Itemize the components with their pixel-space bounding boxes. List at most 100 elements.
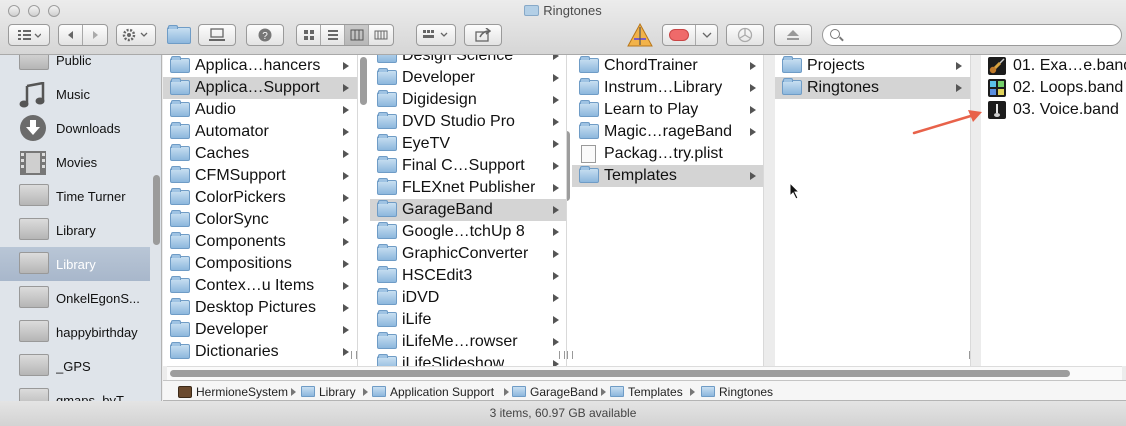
list-item[interactable]: CFMSupport [163,165,357,187]
list-item[interactable]: GraphicConverter [370,243,566,265]
disclosure-arrow-icon [553,228,559,236]
action-button[interactable] [116,24,156,46]
sidebar-item-library[interactable]: Library [0,213,150,247]
sidebar-toggle-button[interactable] [8,24,50,46]
back-button[interactable] [59,25,83,45]
list-item[interactable]: Desktop Pictures [163,297,357,319]
list-item[interactable]: Learn to Play [572,99,763,121]
list-item[interactable]: Dictionaries [163,341,357,363]
new-folder-button[interactable] [164,24,194,46]
forward-button[interactable] [83,25,107,45]
sidebar-item-library-selected[interactable]: Library [0,247,150,281]
list-item[interactable]: ColorPickers [163,187,357,209]
eject-button[interactable] [774,24,812,46]
folder-icon [701,386,715,397]
sidebar-item-label: OnkelEgonS... [56,290,140,306]
path-item-templates[interactable]: Templates [610,384,695,399]
column-scrollbar[interactable] [567,131,570,201]
arrange-button[interactable] [416,24,456,46]
list-item[interactable]: 02. Loops.band [981,77,1126,99]
search-field[interactable] [822,24,1122,46]
sidebar-item-gmaps[interactable]: gmaps_byT... [0,383,150,401]
item-label: Developer [195,321,268,338]
folder-icon [170,100,190,118]
list-item[interactable]: 01. Exa…e.band [981,55,1126,77]
list-item[interactable]: Developer [163,319,357,341]
path-item-garageband[interactable]: GarageBand [512,384,606,399]
connect-button[interactable] [198,24,236,46]
list-item[interactable]: FLEXnet Publisher [370,177,566,199]
path-item-application-support[interactable]: Application Support [372,384,509,399]
path-item-ringtones[interactable]: Ringtones [701,384,773,399]
column-resize-handle[interactable] [763,351,764,359]
folder-icon [524,5,540,16]
icon-view-button[interactable] [297,25,321,45]
folder-icon [377,68,397,86]
list-item[interactable]: DVD Studio Pro [370,111,566,133]
disclosure-arrow-icon [343,282,349,290]
list-item[interactable]: Packag…try.plist [572,143,763,165]
list-item[interactable]: GarageBand [370,199,566,221]
sidebar-item-downloads[interactable]: Downloads [0,111,150,145]
list-item[interactable]: Ringtones [775,77,970,99]
list-item[interactable]: iDVD [370,287,566,309]
sidebar-item-movies[interactable]: Movies [0,145,150,179]
list-item[interactable]: Automator [163,121,357,143]
list-item[interactable]: Google…tchUp 8 [370,221,566,243]
coverflow-view-button[interactable] [369,25,393,45]
list-view-button[interactable] [321,25,345,45]
list-item[interactable]: iLifeSlideshow [370,353,566,366]
burn-button[interactable] [726,24,764,46]
column-resize-handle[interactable] [969,351,970,359]
list-item[interactable]: Audio [163,99,357,121]
list-item[interactable]: Applica…hancers [163,55,357,77]
list-item[interactable]: Digidesign [370,89,566,111]
item-label: 03. Voice.band [1013,101,1119,118]
sidebar-scrollbar[interactable] [153,175,160,245]
item-label: Google…tchUp 8 [402,223,525,240]
list-item[interactable]: Magic…rageBand [572,121,763,143]
path-item-hermionesystem[interactable]: HermioneSystem [178,384,296,399]
list-item[interactable]: HSCEdit3 [370,265,566,287]
instruments-button[interactable] [626,22,654,47]
list-item[interactable]: Components [163,231,357,253]
list-item[interactable]: Instrum…Library [572,77,763,99]
disclosure-arrow-icon [553,118,559,126]
list-item[interactable]: Compositions [163,253,357,275]
list-item[interactable]: EyeTV [370,133,566,155]
sidebar-item-happybirthday[interactable]: happybirthday [0,315,150,349]
list-item[interactable]: Caches [163,143,357,165]
tag-button[interactable] [662,24,718,46]
sidebar-item-gps[interactable]: _GPS [0,349,150,383]
sidebar-item-time-turner[interactable]: Time Turner [0,179,150,213]
horizontal-scrollbar[interactable] [167,366,1122,380]
list-item[interactable]: Design Science [370,55,566,67]
column-scrollbar[interactable] [360,57,367,105]
sidebar-item-music[interactable]: Music [0,77,150,111]
search-input[interactable] [845,27,1115,43]
scrollbar-thumb[interactable] [170,370,1070,377]
list-item[interactable]: iLife [370,309,566,331]
list-item[interactable]: Final C…Support [370,155,566,177]
disclosure-arrow-icon [750,128,756,136]
column-resize-handle[interactable] [559,351,565,359]
sidebar-item-public[interactable]: Public [0,55,150,77]
list-item[interactable]: Templates [572,165,763,187]
list-item[interactable]: Contex…u Items [163,275,357,297]
path-item-library[interactable]: Library [301,384,368,399]
path-item-label: HermioneSystem [196,384,289,399]
column-view-button[interactable] [345,25,369,45]
column-resize-handle[interactable] [567,351,573,359]
list-item[interactable]: ChordTrainer [572,55,763,77]
sidebar-item-onkelegon[interactable]: OnkelEgonS... [0,281,150,315]
column-resize-handle[interactable] [351,351,357,359]
folder-icon [377,244,397,262]
list-item[interactable]: Developer [370,67,566,89]
list-item[interactable]: ColorSync [163,209,357,231]
list-item[interactable]: Applica…Support [163,77,357,99]
help-button[interactable]: ? [246,24,284,46]
list-item[interactable]: iLifeMe…rowser [370,331,566,353]
share-button[interactable] [464,24,502,46]
list-item[interactable]: Projects [775,55,970,77]
list-item[interactable]: 03. Voice.band [981,99,1126,121]
